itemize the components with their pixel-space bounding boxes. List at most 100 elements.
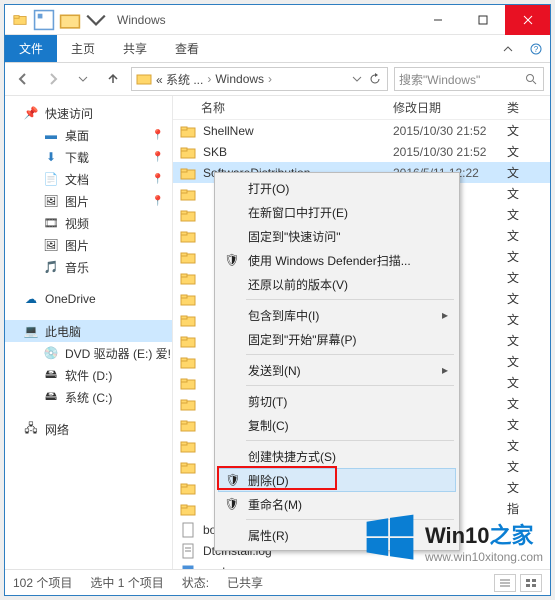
- folder-icon: [179, 143, 197, 161]
- nav-up-button[interactable]: [101, 67, 125, 91]
- folder-icon: [179, 311, 197, 329]
- sidebar-pictures[interactable]: 🖼图片📍: [5, 190, 172, 212]
- network-icon: 🖧: [23, 421, 39, 437]
- menu-label: 删除(D): [248, 472, 289, 489]
- file-type: 文: [505, 143, 521, 160]
- sidebar-documents[interactable]: 📄文档📍: [5, 168, 172, 190]
- col-type[interactable]: 类: [505, 99, 521, 116]
- file-type: 文: [505, 269, 521, 286]
- search-placeholder: 搜索"Windows": [399, 71, 523, 88]
- menu-separator: [246, 440, 454, 441]
- qat-properties-icon[interactable]: [33, 9, 55, 31]
- sidebar-item-label: 桌面: [65, 127, 89, 144]
- close-button[interactable]: [505, 5, 550, 35]
- menu-label: 发送到(N): [248, 362, 301, 379]
- table-row[interactable]: SKB2015/10/30 21:52文: [173, 141, 550, 162]
- menu-label: 打开(O): [248, 180, 289, 197]
- sidebar-item-label: 软件 (D:): [65, 367, 112, 384]
- menu-copy[interactable]: 复制(C): [218, 413, 456, 437]
- sidebar-pictures2[interactable]: 🖼图片: [5, 234, 172, 256]
- chevron-right-icon[interactable]: ›: [207, 72, 211, 86]
- chevron-right-icon[interactable]: ›: [268, 72, 272, 86]
- sidebar-item-label: 视频: [65, 215, 89, 232]
- menu-cut[interactable]: 剪切(T): [218, 389, 456, 413]
- breadcrumb[interactable]: Windows: [213, 72, 266, 86]
- maximize-button[interactable]: [460, 5, 505, 35]
- sidebar-downloads[interactable]: ⬇下载📍: [5, 146, 172, 168]
- menu-sendto[interactable]: 发送到(N)▸: [218, 358, 456, 382]
- sidebar-music[interactable]: 🎵音乐: [5, 256, 172, 278]
- minimize-button[interactable]: [415, 5, 460, 35]
- titlebar: Windows: [5, 5, 550, 35]
- menu-shortcut[interactable]: 创建快捷方式(S): [218, 444, 456, 468]
- table-row[interactable]: ShellNew2015/10/30 21:52文: [173, 120, 550, 141]
- menu-defender[interactable]: 🛡 使用 Windows Defender扫描...: [218, 248, 456, 272]
- sidebar-item-label: 系统 (C:): [65, 389, 112, 406]
- sidebar-onedrive[interactable]: ☁OneDrive: [5, 288, 172, 310]
- log-icon: [179, 542, 197, 560]
- menu-label: 使用 Windows Defender扫描...: [248, 252, 411, 269]
- qat-new-folder-icon[interactable]: [59, 9, 81, 31]
- menu-open-new[interactable]: 在新窗口中打开(E): [218, 200, 456, 224]
- pin-icon: 📍: [152, 196, 164, 207]
- search-input[interactable]: 搜索"Windows": [394, 67, 544, 91]
- breadcrumb[interactable]: « 系统 ...: [154, 71, 205, 88]
- sidebar-drive-c[interactable]: 🖴系统 (C:): [5, 386, 172, 408]
- address-bar[interactable]: « 系统 ... › Windows ›: [131, 67, 388, 91]
- sidebar-quick-access[interactable]: 📌快速访问: [5, 102, 172, 124]
- shield-icon: 🛡: [224, 252, 240, 268]
- nav-recent-button[interactable]: [71, 67, 95, 91]
- file-type: 文: [505, 206, 521, 223]
- menu-separator: [246, 299, 454, 300]
- help-icon[interactable]: ?: [522, 35, 550, 62]
- menu-restore[interactable]: 还原以前的版本(V): [218, 272, 456, 296]
- pc-icon: 💻: [23, 323, 39, 339]
- file-type: 文: [505, 332, 521, 349]
- search-icon[interactable]: [523, 71, 539, 87]
- folder-icon: [179, 332, 197, 350]
- menu-label: 重命名(M): [248, 496, 302, 513]
- sidebar-desktop[interactable]: ▬桌面📍: [5, 124, 172, 146]
- view-large-button[interactable]: [520, 574, 542, 592]
- sidebar-item-label: 图片: [65, 237, 89, 254]
- folder-icon: [179, 290, 197, 308]
- table-row[interactable]: explorer.exe: [173, 561, 550, 569]
- status-item-count: 102 个项目: [13, 574, 72, 591]
- nav-back-button[interactable]: [11, 67, 35, 91]
- pin-icon: 📍: [152, 152, 164, 163]
- tab-home[interactable]: 主页: [57, 35, 109, 62]
- col-name[interactable]: 名称: [173, 99, 393, 116]
- tab-share[interactable]: 共享: [109, 35, 161, 62]
- file-type: 文: [505, 122, 521, 139]
- col-date[interactable]: 修改日期: [393, 99, 505, 116]
- file-type: 文: [505, 164, 521, 181]
- menu-pin-quick[interactable]: 固定到"快速访问": [218, 224, 456, 248]
- menu-delete[interactable]: 🛡删除(D): [218, 468, 456, 492]
- nav-forward-button[interactable]: [41, 67, 65, 91]
- qat-dropdown-icon[interactable]: [85, 9, 107, 31]
- sidebar-drive-d[interactable]: 🖴软件 (D:): [5, 364, 172, 386]
- menu-open[interactable]: 打开(O): [218, 176, 456, 200]
- addr-dropdown-icon[interactable]: [349, 71, 365, 87]
- sidebar-this-pc[interactable]: 💻此电脑: [5, 320, 172, 342]
- status-bar: 102 个项目 选中 1 个项目 状态: 已共享: [5, 569, 550, 595]
- menu-separator: [246, 519, 454, 520]
- file-icon: [179, 521, 197, 539]
- file-date: 2015/10/30 21:52: [393, 145, 505, 159]
- view-details-button[interactable]: [494, 574, 516, 592]
- sidebar-videos[interactable]: 🎞视频: [5, 212, 172, 234]
- folder-icon: [179, 416, 197, 434]
- refresh-icon[interactable]: [367, 71, 383, 87]
- menu-rename[interactable]: 🛡重命名(M): [218, 492, 456, 516]
- star-icon: 📌: [23, 105, 39, 121]
- sidebar-network[interactable]: 🖧网络: [5, 418, 172, 440]
- menu-include[interactable]: 包含到库中(I)▸: [218, 303, 456, 327]
- tab-view[interactable]: 查看: [161, 35, 213, 62]
- pin-icon: 📍: [152, 130, 164, 141]
- menu-properties[interactable]: 属性(R): [218, 523, 456, 547]
- tab-file[interactable]: 文件: [5, 35, 57, 62]
- file-name: SKB: [197, 145, 393, 159]
- ribbon-expand-icon[interactable]: [494, 35, 522, 62]
- sidebar-dvd[interactable]: 💿DVD 驱动器 (E:) 爱!: [5, 342, 172, 364]
- menu-pin-start[interactable]: 固定到"开始"屏幕(P): [218, 327, 456, 351]
